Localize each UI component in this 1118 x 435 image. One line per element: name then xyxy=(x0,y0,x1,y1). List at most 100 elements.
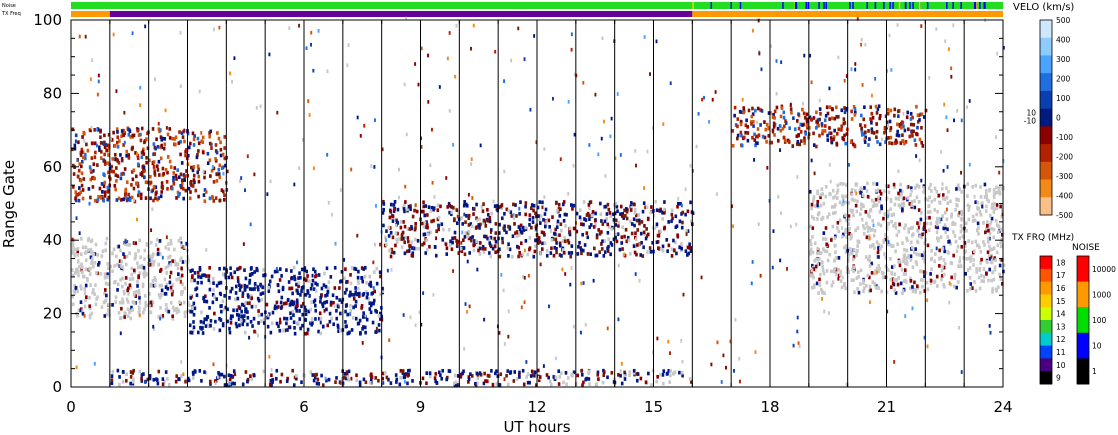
echo-cell xyxy=(549,229,552,233)
echo-cell xyxy=(230,275,234,280)
echo-cell xyxy=(863,105,866,110)
txfreq-swatch xyxy=(1040,320,1052,334)
echo-cell xyxy=(915,154,918,158)
echo-cell xyxy=(181,186,185,191)
echo-cell xyxy=(620,361,623,366)
echo-cell xyxy=(159,194,163,199)
echo-cell xyxy=(174,142,177,147)
echo-cell xyxy=(829,192,832,197)
echo-cell xyxy=(300,289,303,294)
echo-cell xyxy=(989,330,992,335)
echo-cell xyxy=(784,121,788,125)
txfreq-tick-label: 15 xyxy=(1056,297,1066,306)
echo-cell xyxy=(199,319,203,324)
echo-cell xyxy=(732,224,735,229)
echo-cell xyxy=(877,222,880,226)
echo-cell xyxy=(834,250,837,255)
echo-cell xyxy=(99,128,102,133)
echo-cell xyxy=(490,211,493,216)
echo-cell xyxy=(98,145,101,150)
echo-cell xyxy=(905,236,908,241)
echo-cell xyxy=(228,326,231,331)
echo-cell xyxy=(782,115,786,120)
echo-cell xyxy=(507,224,510,229)
echo-cell xyxy=(253,270,256,274)
echo-cell xyxy=(362,291,366,296)
echo-cell xyxy=(860,202,863,207)
echo-cell xyxy=(241,322,244,327)
echo-cell xyxy=(603,239,607,243)
echo-cell xyxy=(512,216,515,221)
echo-cell xyxy=(893,360,896,364)
echo-cell xyxy=(617,220,621,225)
echo-cell xyxy=(878,210,882,214)
echo-cell xyxy=(909,193,912,197)
echo-cell xyxy=(518,250,521,255)
echo-cell xyxy=(195,293,199,298)
echo-cell xyxy=(323,271,326,276)
echo-cell xyxy=(926,344,929,349)
echo-cell xyxy=(876,250,880,255)
echo-cell xyxy=(415,209,419,214)
echo-cell xyxy=(601,380,605,385)
echo-cell xyxy=(860,126,863,131)
echo-cell xyxy=(431,180,434,185)
echo-cell xyxy=(982,240,985,244)
echo-cell xyxy=(607,207,611,212)
echo-cell xyxy=(176,308,179,313)
echo-cell xyxy=(238,288,242,292)
echo-cell xyxy=(179,279,182,284)
echo-cell xyxy=(286,328,289,332)
echo-cell xyxy=(834,194,837,199)
echo-cell xyxy=(122,197,125,202)
echo-cell xyxy=(271,310,275,315)
echo-cell xyxy=(167,242,170,246)
echo-cell xyxy=(890,68,893,72)
echo-cell xyxy=(482,218,486,223)
echo-cell xyxy=(609,134,612,139)
echo-cell xyxy=(455,239,458,243)
echo-cell xyxy=(183,310,187,315)
echo-cell xyxy=(618,247,622,252)
echo-cell xyxy=(666,249,669,253)
echo-cell xyxy=(501,240,504,245)
echo-cell xyxy=(826,138,830,142)
echo-cell xyxy=(812,116,816,120)
echo-cell xyxy=(121,171,125,176)
echo-cell xyxy=(998,170,1001,175)
echo-cell xyxy=(125,149,129,154)
echo-cell xyxy=(427,205,431,209)
echo-cell xyxy=(646,205,649,210)
echo-cell xyxy=(883,252,886,256)
echo-cell xyxy=(534,238,537,243)
echo-cell xyxy=(239,318,243,323)
echo-cell xyxy=(870,93,873,98)
echo-cell xyxy=(980,273,983,278)
echo-cell xyxy=(661,217,664,221)
echo-cell xyxy=(115,262,119,267)
echo-cell xyxy=(829,136,833,140)
echo-cell xyxy=(515,377,519,381)
echo-cell xyxy=(714,90,717,94)
echo-cell xyxy=(125,180,129,185)
echo-cell xyxy=(156,145,160,149)
echo-cell xyxy=(877,286,881,291)
echo-cell xyxy=(901,207,904,212)
echo-cell xyxy=(894,196,898,201)
echo-cell xyxy=(825,105,829,110)
echo-cell xyxy=(766,165,769,170)
echo-cell xyxy=(236,276,240,280)
echo-cell xyxy=(505,373,508,378)
echo-cell xyxy=(837,127,841,132)
echo-cell xyxy=(326,323,329,328)
echo-cell xyxy=(76,247,80,251)
echo-cell xyxy=(346,63,349,68)
echo-cell xyxy=(647,371,650,376)
echo-cell xyxy=(662,369,666,373)
echo-cell xyxy=(819,192,823,197)
echo-cell xyxy=(155,378,159,382)
echo-cell xyxy=(828,252,831,257)
echo-cell xyxy=(222,198,226,202)
echo-cell xyxy=(897,229,901,234)
echo-cell xyxy=(80,164,83,169)
